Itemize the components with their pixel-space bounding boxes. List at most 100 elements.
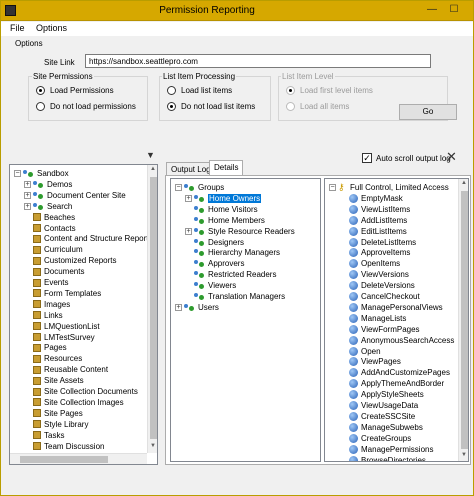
tree-node[interactable]: Site Assets bbox=[24, 375, 84, 386]
permission-item[interactable]: AddAndCustomizePages bbox=[349, 367, 450, 378]
tree-node[interactable]: Beaches bbox=[24, 212, 75, 223]
group-node[interactable]: + Home Owners bbox=[185, 193, 262, 204]
permission-item[interactable]: AnonymousSearchAccess bbox=[349, 335, 454, 346]
tree-node[interactable]: Pages bbox=[24, 342, 67, 353]
group-node[interactable]: Designers bbox=[185, 237, 244, 248]
expand-icon[interactable]: + bbox=[175, 303, 182, 311]
minimize-button[interactable]: — bbox=[421, 2, 443, 18]
collapse-icon[interactable]: − bbox=[14, 170, 21, 177]
groups-tree-panel[interactable]: − Groups + Home Owners Home Visitors Home Mem… bbox=[170, 178, 321, 462]
do-not-load-list-items-radio[interactable] bbox=[167, 102, 176, 111]
tree-node[interactable]: Customized Reports bbox=[24, 255, 116, 266]
site-tree-panel[interactable]: − Sandbox + Demos + Document Center Site + Sear… bbox=[9, 164, 158, 465]
permission-item[interactable]: ManagePersonalViews bbox=[349, 302, 443, 313]
permission-item[interactable]: EditListItems bbox=[349, 226, 407, 237]
group-node[interactable]: Viewers bbox=[185, 280, 236, 291]
permission-item[interactable]: ViewFormPages bbox=[349, 324, 420, 335]
scroll-down-icon[interactable]: ▼ bbox=[459, 452, 468, 458]
scroll-thumb[interactable] bbox=[150, 177, 157, 439]
scroll-up-icon[interactable]: ▲ bbox=[459, 180, 468, 186]
tree-node[interactable]: + Document Center Site bbox=[24, 190, 126, 201]
permission-item[interactable]: ApplyThemeAndBorder bbox=[349, 378, 444, 389]
tree-node[interactable]: + Search bbox=[24, 201, 72, 212]
do-not-load-permissions-radio[interactable] bbox=[36, 102, 45, 111]
tree-node-groups[interactable]: − Groups bbox=[175, 182, 224, 193]
tree-node[interactable]: LMTestSurvey bbox=[24, 332, 95, 343]
permissions-panel[interactable]: − ⚷ Full Control, Limited Access EmptyMask V… bbox=[324, 178, 469, 462]
expand-icon[interactable]: + bbox=[24, 180, 31, 188]
permission-item[interactable]: ViewUsageData bbox=[349, 400, 418, 411]
collapse-icon[interactable]: − bbox=[329, 184, 336, 191]
tree-node[interactable]: Reusable Content bbox=[24, 364, 108, 375]
tree-node[interactable]: Tasks bbox=[24, 430, 64, 441]
tree-node-users[interactable]: + Users bbox=[175, 302, 219, 313]
collapse-icon[interactable]: − bbox=[175, 184, 182, 191]
tree-node[interactable]: Images bbox=[24, 299, 70, 310]
expand-icon[interactable]: + bbox=[24, 191, 31, 199]
expand-icon[interactable]: + bbox=[185, 227, 192, 235]
permission-item[interactable]: CreateGroups bbox=[349, 433, 411, 444]
permission-item[interactable]: CreateSSCSite bbox=[349, 411, 415, 422]
tree-node[interactable]: Site Pages bbox=[24, 408, 83, 419]
scroll-thumb[interactable] bbox=[461, 191, 468, 449]
tree-node[interactable]: LMQuestionList bbox=[24, 321, 100, 332]
auto-scroll-checkbox[interactable]: ✓ bbox=[362, 153, 372, 163]
expand-icon[interactable]: + bbox=[24, 202, 31, 210]
tree-node[interactable]: Style Library bbox=[24, 419, 88, 430]
maximize-button[interactable]: ☐ bbox=[443, 2, 465, 18]
permission-item[interactable]: OpenItems bbox=[349, 258, 400, 269]
permission-item[interactable]: Open bbox=[349, 346, 381, 357]
load-all-items-radio[interactable] bbox=[286, 102, 295, 111]
load-list-items-radio[interactable] bbox=[167, 86, 176, 95]
expand-icon[interactable]: + bbox=[185, 194, 192, 202]
tree-node[interactable]: Links bbox=[24, 310, 63, 321]
tab-details[interactable]: Details bbox=[209, 160, 244, 176]
tree-node[interactable]: + Demos bbox=[24, 179, 72, 190]
tree-node[interactable]: Site Collection Images bbox=[24, 397, 124, 408]
scroll-up-icon[interactable]: ▲ bbox=[148, 166, 157, 172]
load-first-level-radio[interactable] bbox=[286, 86, 295, 95]
permission-item[interactable]: ViewPages bbox=[349, 356, 401, 367]
tree-node[interactable]: Documents bbox=[24, 266, 84, 277]
close-icon[interactable]: ✕ bbox=[446, 150, 457, 163]
tree-node[interactable]: Site Collection Documents bbox=[24, 386, 138, 397]
group-node[interactable]: + Style Resource Readers bbox=[185, 226, 295, 237]
permission-item[interactable]: DeleteListItems bbox=[349, 237, 416, 248]
permission-item[interactable]: ManageLists bbox=[349, 313, 406, 324]
tree-node[interactable]: Resources bbox=[24, 353, 82, 364]
group-node[interactable]: Restricted Readers bbox=[185, 269, 276, 280]
site-link-input[interactable] bbox=[85, 54, 431, 68]
group-node[interactable]: Translation Managers bbox=[185, 291, 285, 302]
permission-item[interactable]: ManagePermissions bbox=[349, 444, 433, 455]
permission-item[interactable]: ManageSubwebs bbox=[349, 422, 423, 433]
tree-node[interactable]: Contacts bbox=[24, 223, 76, 234]
group-node[interactable]: Home Members bbox=[185, 215, 265, 226]
menu-file[interactable]: File bbox=[10, 23, 25, 33]
permission-item[interactable]: EmptyMask bbox=[349, 193, 403, 204]
go-button[interactable]: Go bbox=[399, 104, 457, 120]
load-permissions-radio[interactable] bbox=[36, 86, 45, 95]
tree-node[interactable]: Events bbox=[24, 277, 68, 288]
scroll-thumb-h[interactable] bbox=[20, 456, 108, 463]
permission-item[interactable]: AddListItems bbox=[349, 215, 407, 226]
tree-node[interactable]: Form Templates bbox=[24, 288, 101, 299]
group-node[interactable]: Approvers bbox=[185, 258, 244, 269]
permission-item[interactable]: ViewListItems bbox=[349, 204, 410, 215]
permission-item[interactable]: CancelCheckout bbox=[349, 291, 420, 302]
permission-item[interactable]: ViewVersions bbox=[349, 269, 409, 280]
scroll-down-icon[interactable]: ▼ bbox=[148, 443, 157, 449]
tree-node-sandbox[interactable]: − Sandbox bbox=[14, 168, 69, 179]
permissions-scrollbar[interactable]: ▲ ▼ bbox=[458, 179, 468, 461]
site-tree-scrollbar-h[interactable] bbox=[10, 453, 147, 464]
group-node[interactable]: Home Visitors bbox=[185, 204, 258, 215]
filter-icon[interactable]: ▼ bbox=[146, 150, 155, 160]
tree-node-permission-levels[interactable]: − ⚷ Full Control, Limited Access bbox=[329, 182, 449, 193]
permission-item[interactable]: DeleteVersions bbox=[349, 280, 415, 291]
site-tree-scrollbar-v[interactable]: ▲ ▼ bbox=[147, 165, 157, 453]
tree-node[interactable]: Curriculum bbox=[24, 244, 83, 255]
permission-item[interactable]: BrowseDirectories bbox=[349, 455, 426, 461]
tree-node[interactable]: Team Discussion bbox=[24, 441, 104, 452]
group-node[interactable]: Hierarchy Managers bbox=[185, 247, 280, 258]
permission-item[interactable]: ApplyStyleSheets bbox=[349, 389, 424, 400]
menu-options[interactable]: Options bbox=[36, 23, 67, 33]
